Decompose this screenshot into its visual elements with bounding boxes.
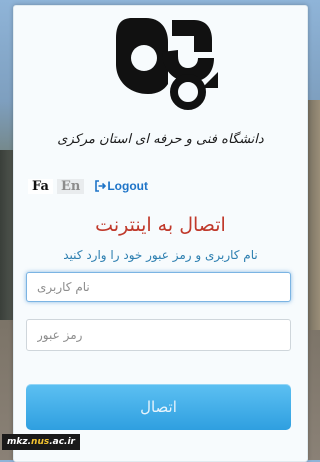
- logo-caption: دانشگاه فنی و حرفه ای استان مرکزی: [57, 132, 264, 147]
- connect-button[interactable]: اتصال: [26, 384, 291, 430]
- page-subtitle: نام کاربری و رمز عبور خود را وارد کنید: [63, 248, 258, 262]
- university-emblem-icon: [116, 18, 218, 110]
- logout-icon: [95, 180, 107, 192]
- language-fa-button[interactable]: Fa: [28, 178, 53, 194]
- password-input[interactable]: [26, 319, 291, 351]
- language-en-button[interactable]: En: [56, 178, 85, 194]
- watermark-suffix: .ac.ir: [49, 437, 75, 447]
- site-watermark: mkz. nus .ac.ir: [2, 434, 80, 450]
- page-title: اتصال به اینترنت: [95, 214, 226, 236]
- watermark-accent: nus: [31, 437, 50, 447]
- watermark-prefix: mkz.: [7, 437, 32, 447]
- login-panel: دانشگاه فنی و حرفه ای استان مرکزی Fa En …: [13, 5, 308, 462]
- username-input[interactable]: [26, 272, 291, 302]
- logout-label: Logout: [107, 179, 148, 193]
- language-switcher: Fa En Logout: [28, 176, 228, 196]
- university-logo: دانشگاه فنی و حرفه ای استان مرکزی: [14, 6, 307, 166]
- logout-link[interactable]: Logout: [94, 179, 148, 193]
